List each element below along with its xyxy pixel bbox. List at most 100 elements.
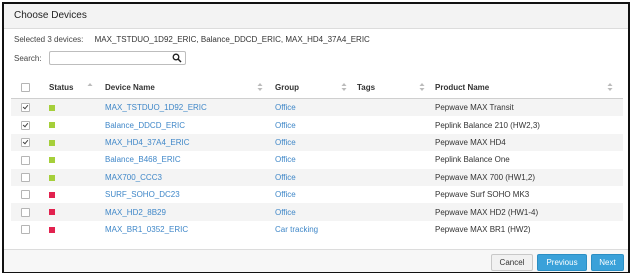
row-checkbox[interactable]	[21, 155, 30, 165]
table-row[interactable]: SURF_SOHO_DC23 Office Pepwave Surf SOHO …	[11, 185, 623, 204]
status-indicator	[49, 105, 55, 112]
devices-table-body: MAX_TSTDUO_1D92_ERIC Office Pepwave MAX …	[11, 98, 623, 239]
sort-icon[interactable]	[607, 82, 613, 92]
group-cell: Office	[275, 185, 357, 204]
row-checkbox[interactable]	[21, 138, 30, 148]
group-cell: Office	[275, 133, 357, 152]
group-cell: Office	[275, 116, 357, 134]
status-cell	[49, 220, 105, 239]
device-name-link[interactable]: MAX_HD4_37A4_ERIC	[105, 138, 189, 147]
status-indicator	[49, 157, 55, 164]
row-select-cell[interactable]	[11, 203, 49, 221]
selected-devices-list: MAX_TSTDUO_1D92_ERIC, Balance_DDCD_ERIC,…	[94, 35, 370, 44]
row-checkbox[interactable]	[21, 207, 30, 217]
select-all-checkbox[interactable]	[21, 83, 30, 93]
row-select-cell[interactable]	[11, 116, 49, 134]
product-name-value: Pepwave MAX HD2 (HW1-4)	[435, 207, 539, 217]
table-row[interactable]: MAX_HD2_8B29 Office Pepwave MAX HD2 (HW1…	[11, 203, 623, 221]
row-checkbox[interactable]	[21, 172, 30, 182]
group-link[interactable]: Office	[275, 121, 296, 130]
product-name-value: Pepwave MAX 700 (HW1,2)	[435, 172, 536, 182]
tags-cell	[357, 168, 435, 186]
table-row[interactable]: MAX_TSTDUO_1D92_ERIC Office Pepwave MAX …	[11, 98, 623, 117]
status-indicator	[49, 192, 55, 199]
group-cell: Office	[275, 98, 357, 117]
row-select-cell[interactable]	[11, 168, 49, 186]
group-link[interactable]: Office	[275, 173, 296, 182]
device-name-link[interactable]: MAX_TSTDUO_1D92_ERIC	[105, 103, 207, 112]
tags-cell	[357, 151, 435, 169]
device-name-link[interactable]: MAX_BR1_0352_ERIC	[105, 225, 188, 234]
tags-cell	[357, 220, 435, 239]
group-link[interactable]: Office	[275, 103, 296, 112]
group-link[interactable]: Office	[275, 190, 296, 199]
status-cell	[49, 98, 105, 117]
table-row[interactable]: MAX_HD4_37A4_ERIC Office Pepwave MAX HD4	[11, 133, 623, 152]
device-name-link[interactable]: Balance_DDCD_ERIC	[105, 121, 185, 130]
status-cell	[49, 168, 105, 186]
product-name-cell: Pepwave MAX Transit	[435, 98, 623, 117]
row-select-cell[interactable]	[11, 151, 49, 169]
sort-icon[interactable]	[341, 82, 347, 92]
table-row[interactable]: MAX700_CCC3 Office Pepwave MAX 700 (HW1,…	[11, 168, 623, 186]
next-button[interactable]: Next	[591, 254, 624, 271]
column-header-device-name[interactable]: Device Name	[105, 77, 275, 99]
cancel-button[interactable]: Cancel	[491, 254, 533, 271]
search-box[interactable]	[49, 51, 186, 65]
row-select-cell[interactable]	[11, 133, 49, 152]
row-checkbox[interactable]	[21, 120, 30, 130]
selected-count-label: Selected 3 devices:	[14, 35, 84, 44]
group-link[interactable]: Office	[275, 155, 296, 164]
group-cell: Office	[275, 151, 357, 169]
row-select-cell[interactable]	[11, 185, 49, 204]
product-name-cell: Peplink Balance One	[435, 151, 623, 169]
status-indicator	[49, 226, 55, 233]
status-cell	[49, 151, 105, 169]
select-all-header[interactable]	[11, 77, 49, 99]
search-row: Search:	[14, 51, 186, 65]
row-checkbox[interactable]	[21, 225, 30, 235]
group-cell: Office	[275, 168, 357, 186]
status-indicator	[49, 209, 55, 216]
row-select-cell[interactable]	[11, 98, 49, 117]
sort-icon[interactable]	[87, 82, 93, 92]
column-header-product-name[interactable]: Product Name	[435, 77, 623, 99]
sort-icon[interactable]	[257, 82, 263, 92]
group-link[interactable]: Car tracking	[275, 225, 318, 234]
device-name-link[interactable]: Balance_B468_ERIC	[105, 155, 181, 164]
device-name-cell: MAX_HD2_8B29	[105, 203, 275, 221]
tags-cell	[357, 116, 435, 134]
group-link[interactable]: Office	[275, 138, 296, 147]
column-header-group[interactable]: Group	[275, 77, 357, 99]
column-header-status[interactable]: Status	[49, 77, 105, 99]
row-select-cell[interactable]	[11, 220, 49, 239]
product-name-value: Peplink Balance 210 (HW2,3)	[435, 120, 540, 130]
table-row[interactable]: Balance_DDCD_ERIC Office Peplink Balance…	[11, 116, 623, 134]
device-name-cell: SURF_SOHO_DC23	[105, 185, 275, 204]
table-row[interactable]: Balance_B468_ERIC Office Peplink Balance…	[11, 151, 623, 169]
devices-table: Status Device Name Group Tags Product Na…	[11, 77, 623, 239]
search-icon[interactable]	[172, 53, 182, 63]
product-name-value: Pepwave MAX Transit	[435, 103, 514, 113]
selected-devices-summary: Selected 3 devices: MAX_TSTDUO_1D92_ERIC…	[14, 35, 370, 44]
status-indicator	[49, 122, 55, 129]
search-input[interactable]	[50, 52, 174, 64]
previous-button[interactable]: Previous	[537, 254, 587, 271]
row-checkbox[interactable]	[21, 103, 30, 113]
product-name-cell: Pepwave MAX HD2 (HW1-4)	[435, 203, 623, 221]
device-name-link[interactable]: MAX_HD2_8B29	[105, 208, 166, 217]
device-name-link[interactable]: MAX700_CCC3	[105, 173, 162, 182]
column-header-tags[interactable]: Tags	[357, 77, 435, 99]
device-name-cell: Balance_DDCD_ERIC	[105, 116, 275, 134]
table-row[interactable]: MAX_BR1_0352_ERIC Car tracking Pepwave M…	[11, 220, 623, 239]
status-cell	[49, 133, 105, 152]
row-checkbox[interactable]	[21, 190, 30, 200]
status-cell	[49, 185, 105, 204]
device-name-link[interactable]: SURF_SOHO_DC23	[105, 190, 180, 199]
tags-cell	[357, 98, 435, 117]
sort-icon[interactable]	[419, 82, 425, 92]
product-name-cell: Pepwave MAX BR1 (HW2)	[435, 220, 623, 239]
product-name-value: Pepwave MAX HD4	[435, 137, 506, 147]
table-header-row: Status Device Name Group Tags Product Na…	[11, 77, 623, 99]
group-link[interactable]: Office	[275, 208, 296, 217]
